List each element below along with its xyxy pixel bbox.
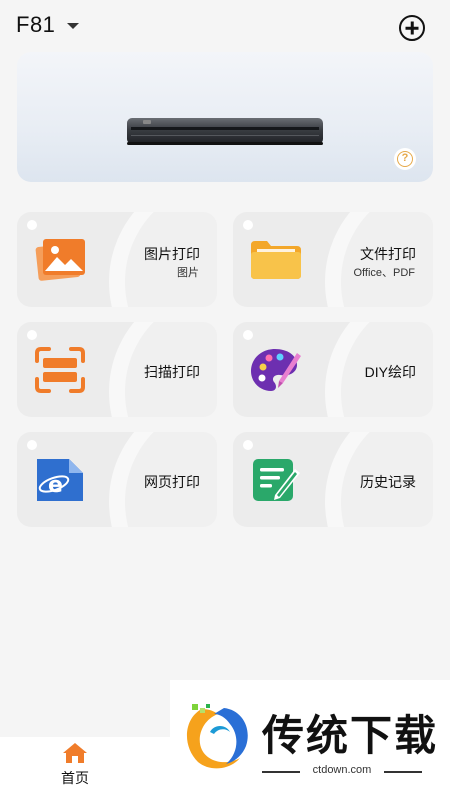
watermark-title: 传统下载 <box>262 712 439 759</box>
card-web-print[interactable]: e 网页打印 <box>17 432 217 527</box>
device-selector[interactable]: F81 <box>16 12 80 38</box>
header: F81 <box>0 0 450 52</box>
printer-banner: ? <box>17 52 433 182</box>
nav-home-label: 首页 <box>61 770 89 786</box>
card-file-print[interactable]: 文件打印 Office、PDF <box>233 212 433 307</box>
scan-icon <box>35 347 85 393</box>
image-icon <box>35 239 85 281</box>
card-label: 历史记录 <box>360 474 416 490</box>
home-icon <box>63 743 87 763</box>
device-name: F81 <box>16 12 56 37</box>
browser-icon: e <box>37 459 83 501</box>
card-diy-print[interactable]: DIY绘印 <box>233 322 433 417</box>
printer-image <box>127 118 323 145</box>
watermark-url: ctdown.com <box>262 764 422 776</box>
watermark: 传统下载 ctdown.com <box>170 680 450 800</box>
card-image-print[interactable]: 图片打印 图片 <box>17 212 217 307</box>
card-scan-print[interactable]: 扫描打印 <box>17 322 217 417</box>
watermark-logo <box>186 704 248 769</box>
card-label: 文件打印 <box>360 246 416 262</box>
card-history[interactable]: 历史记录 <box>233 432 433 527</box>
caret-down-icon <box>67 23 80 29</box>
folder-icon <box>251 241 301 279</box>
history-icon <box>253 459 300 501</box>
nav-home[interactable]: 首页 <box>55 742 95 788</box>
bottom-nav: 首页 <box>0 737 170 800</box>
card-sublabel: Office、PDF <box>353 267 415 279</box>
card-label: DIY绘印 <box>364 364 416 380</box>
card-label: 图片打印 <box>144 246 200 262</box>
card-sublabel: 图片 <box>177 267 199 279</box>
card-label: 扫描打印 <box>144 364 200 380</box>
help-icon[interactable]: ? <box>394 148 416 170</box>
card-label: 网页打印 <box>144 474 200 490</box>
add-device-icon[interactable] <box>399 15 425 41</box>
palette-icon <box>251 349 301 391</box>
